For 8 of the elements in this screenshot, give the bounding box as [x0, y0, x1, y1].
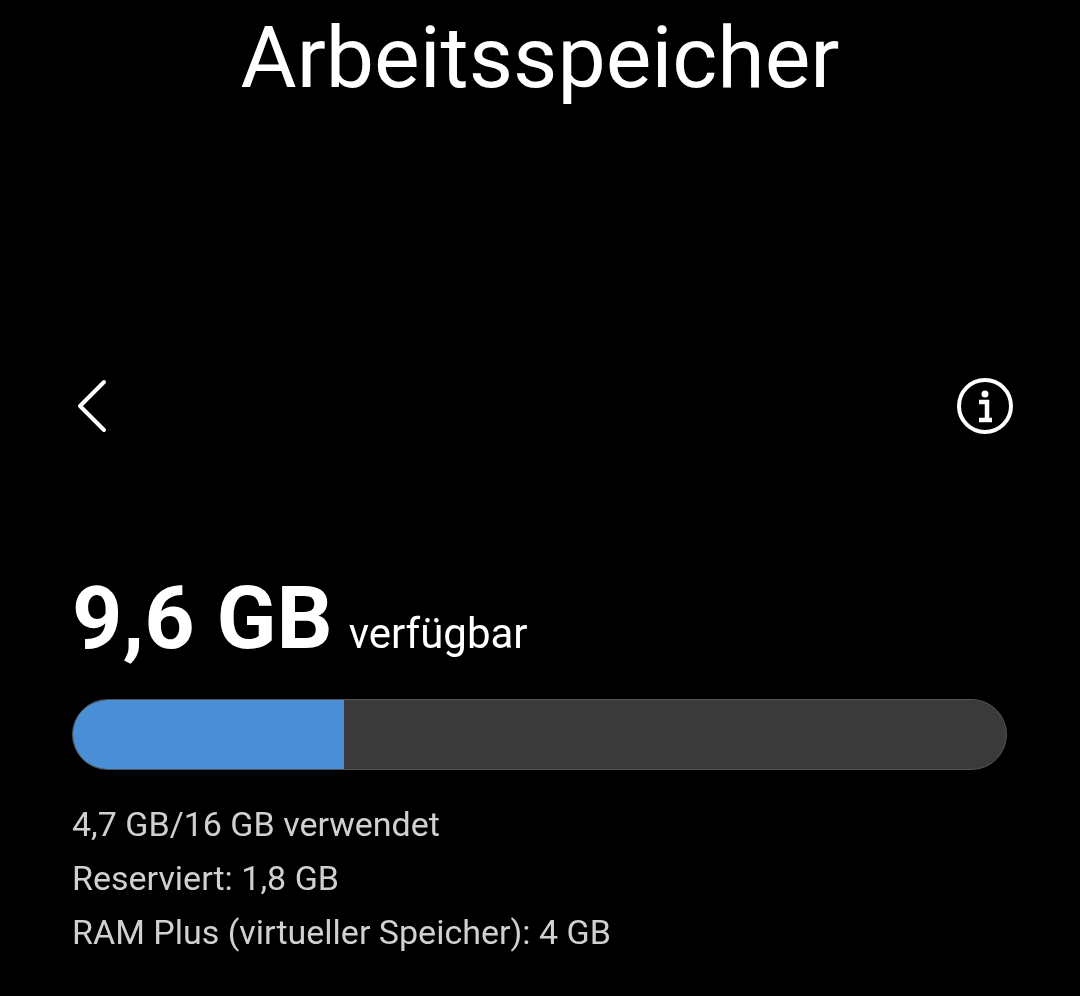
- memory-detail: Reserviert: 1,8 GB: [72, 857, 339, 900]
- memory-detail: RAM Plus (virtueller Speicher): 4 GB: [72, 911, 611, 954]
- page-title: Arbeitsspeicher: [240, 6, 840, 108]
- memory-detail: 4,7 GB/16 GB verwendet: [72, 803, 440, 846]
- available-label: verfügbar: [348, 609, 528, 658]
- info-button[interactable]: [956, 377, 1014, 435]
- available-amount: 9,6 GB: [72, 566, 333, 669]
- info-icon: [956, 377, 1014, 435]
